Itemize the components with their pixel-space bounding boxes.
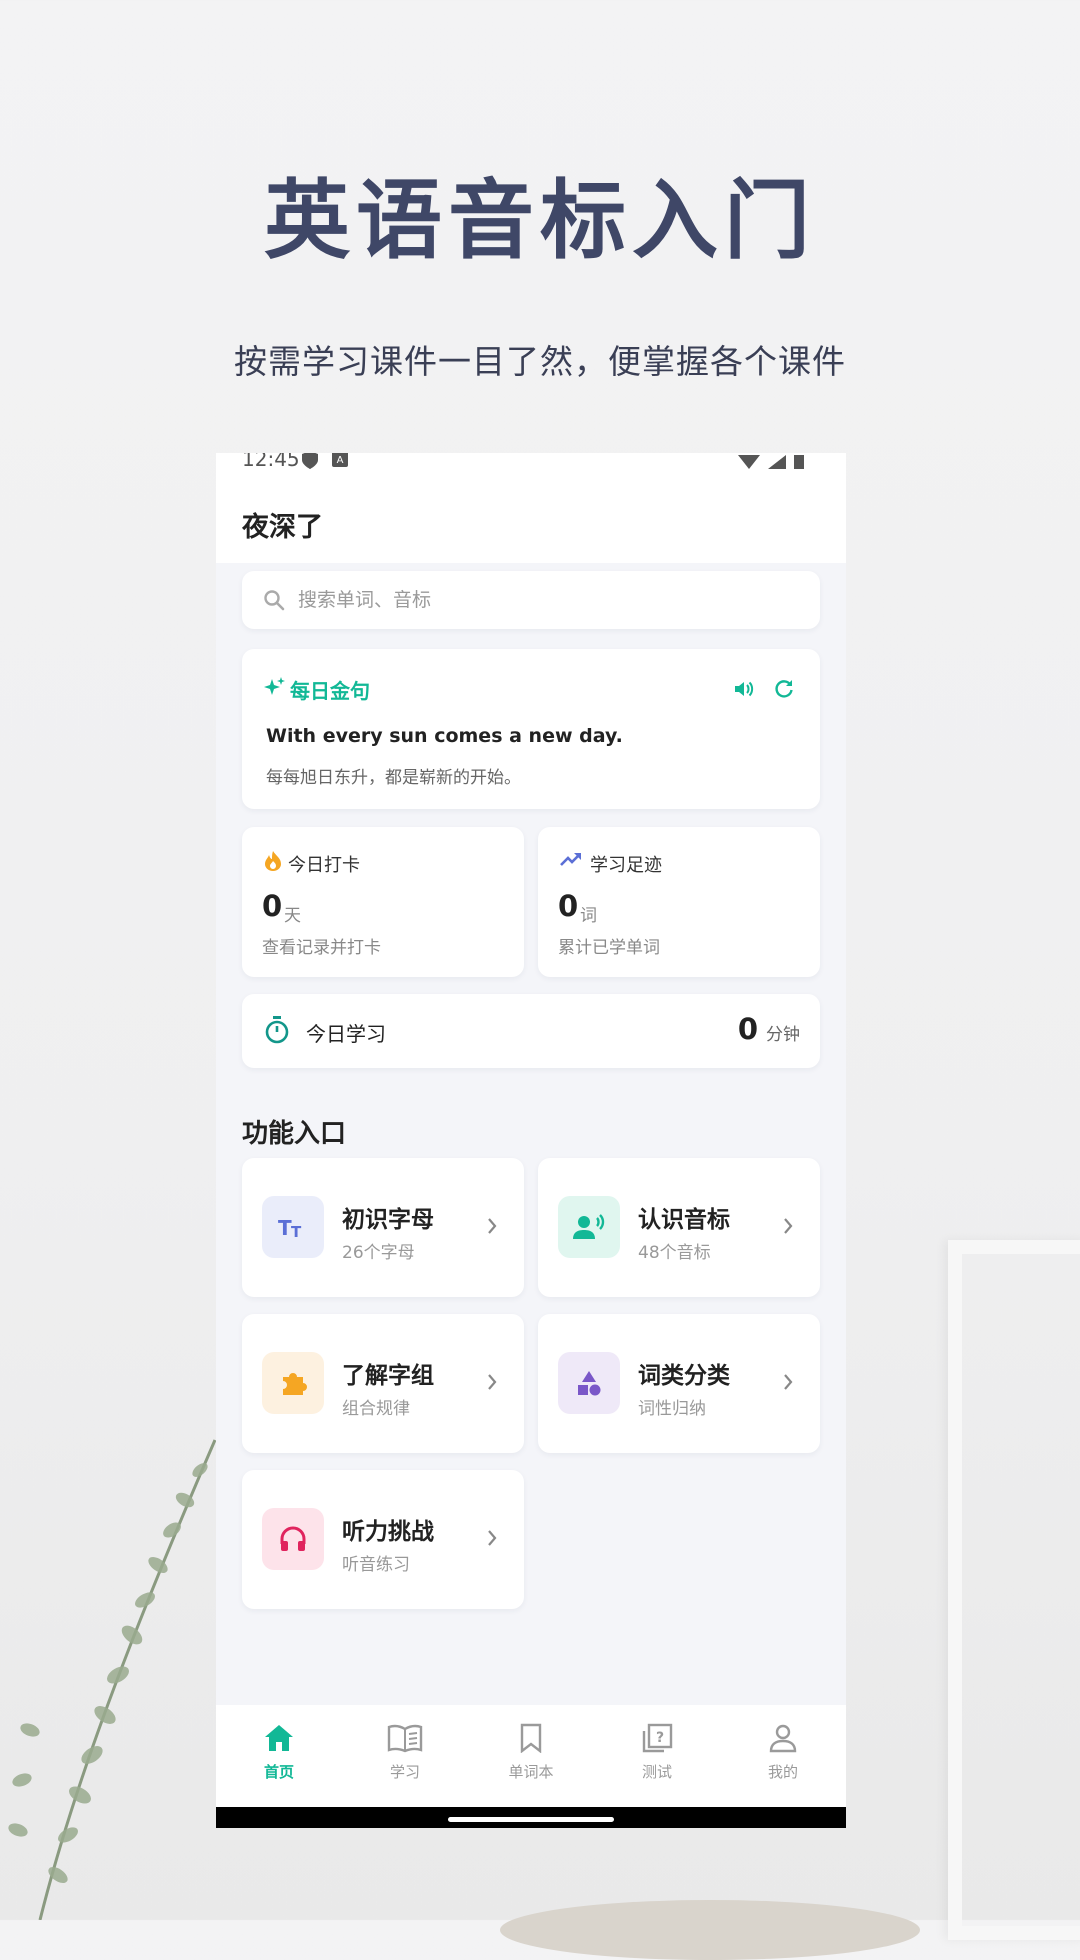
svg-text:?: ? (656, 1730, 664, 1746)
text-format-icon: T T (278, 1216, 302, 1239)
decorative-plant (8, 1439, 217, 1920)
checkin-description: 查看记录并打卡 (262, 938, 381, 958)
bookmark-icon (520, 1723, 542, 1753)
daily-quote-card: 每日金句 With every sun comes a new day. 每每旭… (242, 649, 820, 809)
search-icon (264, 590, 285, 611)
svg-text:T: T (278, 1216, 292, 1239)
tab-test[interactable]: ? 测试 (594, 1705, 720, 1807)
tab-label: 单词本 (508, 1763, 554, 1781)
feature-title: 了解字组 (342, 1363, 434, 1389)
checkin-days-unit: 天 (284, 906, 301, 926)
today-study-card[interactable]: 今日学习 0 分钟 (242, 994, 820, 1068)
chevron-right-icon (488, 1218, 497, 1234)
timer-icon (265, 1016, 289, 1044)
fire-icon (265, 851, 281, 871)
decorative-frame (948, 1240, 1080, 1940)
tab-wordbook[interactable]: 单词本 (468, 1705, 594, 1807)
sparkle-icon (264, 677, 285, 695)
learning-track-description: 累计已学单词 (558, 938, 660, 958)
feature-letter-groups[interactable]: 了解字组 组合规律 (242, 1314, 524, 1453)
bottom-tab-bar: 首页 学习 单词本 ? 测试 我的 (216, 1705, 846, 1807)
feature-subtitle: 词性归纳 (638, 1399, 706, 1419)
signal-icon (768, 455, 786, 469)
today-study-value: 0 (737, 1012, 758, 1046)
search-bar[interactable] (242, 571, 820, 629)
feature-listening[interactable]: 听力挑战 听音练习 (242, 1470, 524, 1609)
chevron-right-icon (784, 1374, 793, 1390)
feature-subtitle: 26个字母 (342, 1243, 415, 1263)
headphones-icon (280, 1526, 306, 1551)
daily-quote-title: 每日金句 (290, 679, 370, 703)
today-study-label: 今日学习 (306, 1022, 386, 1046)
checkin-title: 今日打卡 (288, 855, 360, 876)
app-header: 夜深了 (216, 475, 846, 563)
tab-mine[interactable]: 我的 (720, 1705, 846, 1807)
tab-label: 首页 (263, 1763, 294, 1781)
shapes-icon (578, 1371, 601, 1396)
chevron-right-icon (784, 1218, 793, 1234)
svg-text:A: A (337, 455, 344, 466)
greeting-title: 夜深了 (242, 512, 323, 543)
tab-home[interactable]: 首页 (216, 1705, 342, 1807)
promo-title: 英语音标入门 (264, 171, 816, 271)
feature-word-classes[interactable]: 词类分类 词性归纳 (538, 1314, 820, 1453)
feature-subtitle: 听音练习 (342, 1555, 410, 1575)
puzzle-icon (283, 1373, 307, 1395)
daily-quote-english: With every sun comes a new day. (266, 725, 623, 747)
feature-title: 初识字母 (342, 1207, 434, 1233)
feature-title: 词类分类 (638, 1363, 730, 1389)
decorative-bowl (500, 1900, 920, 1960)
person-icon (769, 1724, 797, 1753)
learning-track-card[interactable]: 学习足迹 0 词 累计已学单词 (538, 827, 820, 977)
search-input[interactable] (296, 588, 780, 612)
tab-label: 我的 (767, 1763, 798, 1781)
speaker-icon[interactable] (732, 677, 756, 701)
status-time: 12:45 (242, 453, 300, 471)
feature-phonetics[interactable]: 认识音标 48个音标 (538, 1158, 820, 1297)
learning-track-title: 学习足迹 (590, 855, 662, 876)
chevron-right-icon (488, 1374, 497, 1390)
svg-text:T: T (291, 1223, 302, 1239)
trending-up-icon (560, 853, 581, 866)
refresh-icon[interactable] (772, 677, 796, 701)
chevron-right-icon (488, 1530, 497, 1546)
feature-subtitle: 48个音标 (638, 1243, 711, 1263)
status-bar: 12:45 A (216, 453, 846, 475)
book-icon (387, 1724, 423, 1753)
wifi-icon (738, 455, 760, 469)
battery-icon (794, 455, 804, 469)
learned-words-unit: 词 (580, 906, 597, 926)
feature-letters[interactable]: T T 初识字母 26个字母 (242, 1158, 524, 1297)
keyboard-a-icon: A (332, 453, 348, 467)
feature-subtitle: 组合规律 (342, 1399, 410, 1419)
learned-words-value: 0 (558, 889, 579, 923)
feature-title: 认识音标 (638, 1207, 730, 1233)
tab-study[interactable]: 学习 (342, 1705, 468, 1807)
home-gesture-handle[interactable] (448, 1817, 614, 1822)
checkin-days-value: 0 (262, 889, 283, 923)
daily-quote-chinese: 每每旭日东升，都是崭新的开始。 (266, 768, 521, 788)
tab-label: 测试 (641, 1763, 672, 1781)
feature-title: 听力挑战 (342, 1519, 434, 1545)
phone-screen: 12:45 A 夜深了 每日金句 (216, 453, 846, 1828)
play-protect-icon (302, 453, 318, 469)
features-section-title: 功能入口 (242, 1119, 347, 1149)
today-study-unit: 分钟 (766, 1025, 800, 1045)
home-icon (265, 1725, 293, 1751)
voice-person-icon (573, 1214, 605, 1239)
system-nav-bar (216, 1807, 846, 1828)
quiz-icon: ? (642, 1723, 673, 1753)
tab-label: 学习 (389, 1763, 420, 1781)
promo-subtitle: 按需学习课件一目了然，便掌握各个课件 (234, 342, 846, 381)
checkin-card[interactable]: 今日打卡 0 天 查看记录并打卡 (242, 827, 524, 977)
